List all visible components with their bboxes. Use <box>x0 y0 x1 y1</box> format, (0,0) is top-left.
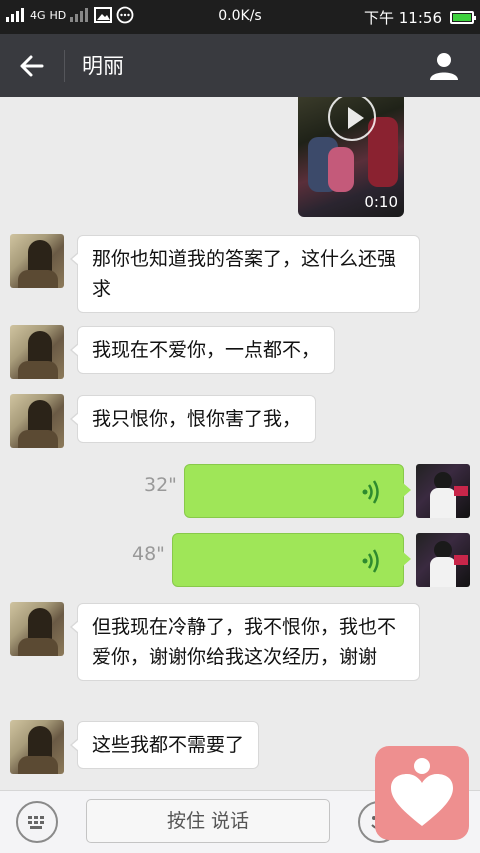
video-message[interactable]: 0:10 <box>298 97 404 217</box>
video-duration: 0:10 <box>364 193 398 211</box>
keyboard-toggle-button[interactable] <box>16 801 58 843</box>
contact-avatar[interactable] <box>10 325 64 379</box>
message-list[interactable]: 0:10 那你也知道我的答案了，这什么还强求 我现在不爱你，一点都不， 我只恨你… <box>0 97 480 790</box>
status-right: 下午 11:56 <box>364 7 476 28</box>
message-bubble[interactable]: 我现在不爱你，一点都不， <box>69 326 336 374</box>
contact-avatar[interactable] <box>10 602 64 656</box>
heart-person-icon <box>391 758 453 826</box>
message-bubble[interactable]: 这些我都不需要了 <box>69 721 260 769</box>
hold-to-talk-button[interactable]: 按住 说话 <box>86 799 330 843</box>
voice-message[interactable] <box>172 533 411 587</box>
message-bubble[interactable]: 那你也知道我的答案了，这什么还强求 <box>70 235 420 313</box>
contact-avatar[interactable] <box>10 394 64 448</box>
person-icon[interactable] <box>426 48 462 84</box>
chat-title: 明丽 <box>82 54 124 78</box>
voice-duration: 32" <box>144 474 177 496</box>
header-divider <box>64 50 65 82</box>
clock: 下午 11:56 <box>364 9 442 27</box>
contact-avatar[interactable] <box>10 720 64 774</box>
voice-duration: 48" <box>132 543 165 565</box>
voice-wave-icon <box>362 549 379 573</box>
message-bubble[interactable]: 我只恨你，恨你害了我， <box>69 395 317 443</box>
battery-icon <box>450 11 476 24</box>
message-bubble[interactable]: 但我现在冷静了，我不恨你，我也不爱你，谢谢你给我这次经历，谢谢 <box>70 603 420 681</box>
my-avatar[interactable] <box>416 533 470 587</box>
voice-wave-icon <box>362 480 379 504</box>
voice-message[interactable] <box>184 464 411 518</box>
contact-avatar[interactable] <box>10 234 64 288</box>
floating-app-button[interactable] <box>375 746 469 840</box>
status-bar: 4G HD 0.0K/s 下午 11:56 <box>0 0 480 34</box>
keyboard-icon <box>28 816 44 829</box>
arrow-left-icon[interactable] <box>14 48 50 84</box>
my-avatar[interactable] <box>416 464 470 518</box>
chat-header: 明丽 <box>0 34 480 97</box>
